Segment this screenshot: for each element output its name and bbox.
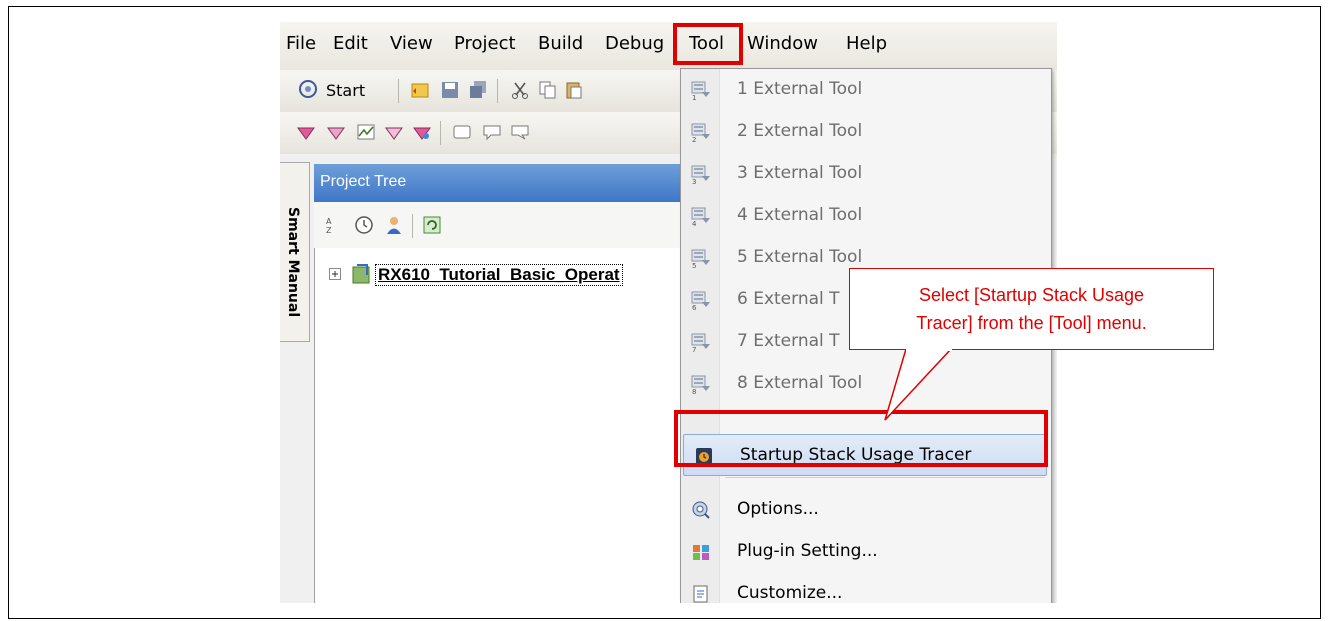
project-icon [352,264,370,284]
project-tree-title: Project Tree [320,173,407,190]
sort-az-icon[interactable]: AZ [322,215,342,235]
clock-icon[interactable] [354,215,374,235]
menu-item-label: Customize... [737,583,843,603]
start-label: Start [326,81,366,100]
smart-manual-tab[interactable]: Smart Manual [280,162,310,342]
svg-text:2: 2 [692,136,696,142]
menu-item-label: Plug-in Setting... [737,541,878,561]
project-tree-panel: RX610_Tutorial_Basic_Operat [314,248,715,603]
tool-menu-item-plugin[interactable]: Plug-in Setting... [681,531,1051,573]
svg-text:4: 4 [692,220,697,226]
expand-icon[interactable] [329,268,341,280]
callout-line-1: Select [Startup Stack Usage [918,285,1145,305]
debug-disconnect-icon[interactable] [384,122,404,142]
menu-item-label: 6 External T [737,289,840,309]
menu-file[interactable]: File [286,33,316,54]
toolbar-separator [440,121,441,145]
debug-connect-icon[interactable] [326,122,346,142]
tool-menu-item-external-tool-3: 3 3 External Tool [681,153,1051,195]
menu-item-label: 4 External Tool [737,205,863,225]
toolbar-separator [497,79,498,103]
menu-item-label: 8 External Tool [737,373,863,393]
menu-item-label: 1 External Tool [737,79,863,99]
tool-menu-item-options[interactable]: Options... [681,489,1051,531]
debug-settings-icon[interactable] [412,122,432,142]
tool-menu-item-customize[interactable]: Customize... [681,573,1051,603]
smart-manual-label: Smart Manual [285,207,301,318]
toolbar-separator [398,79,399,103]
external-tool-icon: 5 [691,248,711,270]
menu-window[interactable]: Window [747,33,818,54]
paste-icon[interactable] [564,80,584,100]
comment-icon[interactable] [482,122,502,142]
menu-help[interactable]: Help [846,33,887,54]
debug-download-icon[interactable] [296,122,316,142]
refresh-icon[interactable] [422,215,442,235]
save-icon[interactable] [440,80,460,100]
message-icon[interactable] [510,122,530,142]
svg-text:Z: Z [326,226,332,235]
cut-icon[interactable] [510,80,530,100]
trace-chart-icon[interactable] [356,122,376,142]
open-folder-icon[interactable] [410,80,430,100]
tool-menu-item-external-tool-4: 4 4 External Tool [681,195,1051,237]
customize-icon [691,584,711,603]
external-tool-icon: 2 [691,122,711,144]
menu-view[interactable]: View [390,33,433,54]
external-tool-icon: 1 [691,80,711,102]
svg-text:7: 7 [692,346,696,352]
tool-menu-item-external-tool-2: 2 2 External Tool [681,111,1051,153]
tool-menu-item-external-tool-8: 8 8 External Tool [681,363,1051,405]
window-icon[interactable] [452,122,472,142]
menu-item-highlight [674,410,1048,467]
callout-pointer-join [906,347,952,351]
callout-line-2: Tracer] from the [Tool] menu. [916,313,1147,333]
menu-item-label: 2 External Tool [737,121,863,141]
svg-text:3: 3 [692,178,696,184]
project-root-label: RX610_Tutorial_Basic_Operat [375,264,623,286]
menu-build[interactable]: Build [538,33,583,54]
copy-icon[interactable] [538,80,558,100]
user-icon[interactable] [384,215,404,235]
menu-item-label: 5 External Tool [737,247,863,267]
menu-item-label: Options... [737,499,819,519]
tool-menu-highlight [673,23,743,65]
svg-text:6: 6 [692,304,697,310]
external-tool-icon: 8 [691,374,711,396]
tool-menu-item-external-tool-1: 1 1 External Tool [681,69,1051,111]
menu-separator [725,477,1045,478]
external-tool-icon: 3 [691,164,711,186]
toolbar-separator [412,214,413,238]
start-button[interactable]: Start [296,77,390,105]
project-tree-titlebar: Project Tree [314,164,714,202]
start-icon [299,80,317,98]
options-icon [691,500,711,520]
menu-project[interactable]: Project [454,33,516,54]
project-tree-toolbar: AZ [314,202,714,249]
svg-text:A: A [326,217,332,226]
external-tool-icon: 7 [691,332,711,354]
svg-text:1: 1 [692,94,696,100]
menu-item-label: 3 External Tool [737,163,863,183]
svg-text:5: 5 [692,262,696,268]
external-tool-icon: 4 [691,206,711,228]
svg-text:8: 8 [692,388,696,394]
save-all-icon[interactable] [468,80,488,100]
menu-bar: File Edit View Project Build Debug Tool … [280,22,1057,70]
menu-edit[interactable]: Edit [333,33,368,54]
menu-debug[interactable]: Debug [605,33,664,54]
external-tool-icon: 6 [691,290,711,312]
menu-item-label: 7 External T [737,331,840,351]
plugin-icon [691,542,711,562]
instruction-callout: Select [Startup Stack Usage Tracer] from… [849,268,1214,350]
